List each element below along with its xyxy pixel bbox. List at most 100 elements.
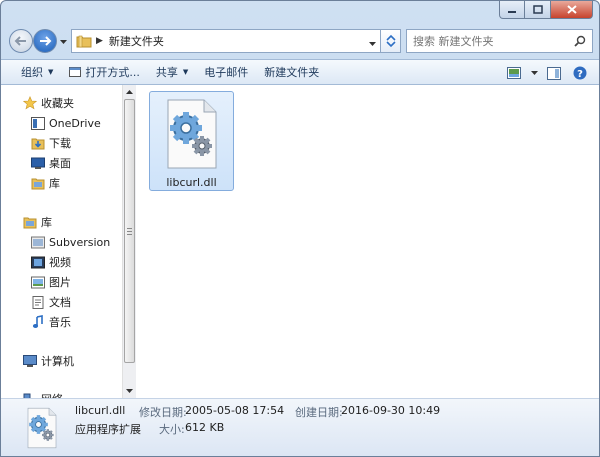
breadcrumb-separator[interactable]: ▶ — [96, 36, 103, 46]
email-button[interactable]: 电子邮件 — [196, 61, 256, 83]
nav-pane-scrollbar[interactable] — [122, 85, 136, 398]
organize-label: 组织 — [21, 66, 43, 79]
nav-item-desktop[interactable]: 桌面 — [31, 153, 71, 173]
forward-button[interactable] — [33, 29, 57, 53]
search-input[interactable] — [413, 34, 563, 48]
preview-pane-button[interactable] — [541, 62, 567, 84]
chevron-down-icon — [530, 70, 538, 75]
nav-label: 库 — [41, 216, 52, 229]
open-with-icon — [69, 66, 82, 77]
close-icon — [566, 5, 577, 14]
scroll-down-button[interactable] — [123, 384, 136, 398]
address-dropdown[interactable] — [369, 37, 376, 50]
nav-label: 视频 — [49, 256, 71, 269]
maximize-button[interactable] — [525, 1, 551, 19]
view-icon — [507, 67, 521, 79]
new-folder-label: 新建文件夹 — [264, 66, 320, 79]
documents-icon — [32, 295, 44, 309]
nav-label: 网络 — [41, 391, 63, 398]
nav-label: 音乐 — [49, 316, 71, 329]
detail-file-name: libcurl.dll — [75, 404, 126, 417]
nav-item-favorites[interactable]: 收藏夹 — [23, 93, 74, 113]
subversion-icon — [31, 236, 45, 248]
organize-button[interactable]: 组织 ▼ — [13, 61, 61, 83]
nav-label: 库 — [49, 177, 60, 190]
back-arrow-icon — [14, 36, 26, 46]
back-button[interactable] — [9, 29, 33, 53]
library-icon — [23, 217, 37, 228]
file-item[interactable]: libcurl.dll — [149, 91, 234, 191]
nav-item-videos[interactable]: 视频 — [31, 252, 71, 272]
nav-item-network[interactable]: 网络 — [23, 389, 63, 398]
command-bar: 组织 ▼ 打开方式... 共享 ▼ 电子邮件 新建文件夹 ? — [1, 59, 599, 85]
maximize-icon — [532, 5, 543, 14]
detail-created-label: 创建日期: — [295, 406, 343, 419]
nav-item-computer[interactable]: 计算机 — [23, 351, 74, 371]
breadcrumb-current[interactable]: 新建文件夹 — [109, 33, 164, 49]
new-folder-button[interactable]: 新建文件夹 — [256, 61, 327, 83]
minimize-icon — [508, 10, 516, 13]
chevron-up-icon — [126, 90, 133, 94]
search-icon[interactable] — [574, 35, 586, 47]
dll-file-icon — [27, 407, 57, 449]
detail-size-label: 大小: — [159, 423, 185, 436]
recent-pages-dropdown[interactable] — [58, 37, 68, 47]
scroll-thumb[interactable] — [124, 99, 135, 363]
chevron-down-icon: ▼ — [48, 68, 54, 76]
nav-item-pictures[interactable]: 图片 — [31, 272, 71, 292]
nav-label: Subversion — [49, 235, 111, 249]
email-label: 电子邮件 — [204, 66, 249, 79]
nav-label: 图片 — [49, 276, 71, 289]
nav-item-music[interactable]: 音乐 — [31, 312, 71, 332]
chevron-down-icon — [369, 42, 376, 46]
share-button[interactable]: 共享 ▼ — [148, 61, 196, 83]
file-name: libcurl.dll — [166, 176, 217, 189]
downloads-folder-icon — [31, 138, 45, 150]
nav-label: OneDrive — [49, 116, 101, 130]
search-box[interactable] — [406, 29, 593, 53]
onedrive-icon — [31, 116, 45, 130]
refresh-icon — [385, 34, 396, 48]
scroll-up-button[interactable] — [123, 85, 136, 99]
close-button[interactable] — [551, 1, 593, 19]
open-with-label: 打开方式... — [85, 66, 140, 79]
dll-file-icon — [167, 99, 217, 169]
music-icon — [32, 315, 43, 328]
toolbar-right: ? — [501, 62, 593, 84]
help-button[interactable]: ? — [567, 62, 593, 84]
library-icon — [31, 178, 45, 189]
svg-text:?: ? — [577, 69, 583, 80]
nav-item-libraries-fav[interactable]: 库 — [31, 173, 60, 193]
minimize-button[interactable] — [499, 1, 525, 19]
address-row: ▶ 新建文件夹 — [7, 27, 593, 55]
explorer-window: ▶ 新建文件夹 组织 ▼ — [0, 0, 600, 457]
nav-item-libraries[interactable]: 库 — [23, 212, 52, 232]
nav-item-subversion[interactable]: Subversion — [31, 232, 110, 252]
chevron-down-icon — [59, 39, 67, 44]
refresh-button[interactable] — [381, 29, 401, 53]
chevron-down-icon: ▼ — [182, 68, 189, 76]
open-with-button[interactable]: 打开方式... — [61, 61, 148, 83]
detail-file-type: 应用程序扩展 — [75, 423, 141, 436]
nav-item-onedrive[interactable]: OneDrive — [31, 113, 101, 133]
desktop-icon — [31, 157, 45, 169]
file-list: libcurl.dll — [137, 85, 599, 398]
folder-icon — [76, 35, 92, 48]
nav-label: 计算机 — [41, 355, 74, 368]
chevron-down-icon — [126, 389, 133, 393]
videos-icon — [31, 256, 45, 268]
caption-buttons — [499, 1, 593, 19]
pictures-icon — [31, 276, 45, 288]
address-bar[interactable]: ▶ 新建文件夹 — [71, 29, 381, 53]
detail-size-value: 612 KB — [185, 421, 225, 434]
nav-item-downloads[interactable]: 下载 — [31, 133, 71, 153]
view-options-dropdown[interactable] — [527, 62, 541, 84]
preview-pane-icon — [547, 66, 561, 80]
content-area: 收藏夹 OneDrive 下载 桌面 库 库 Subversion 视频 图片 … — [1, 85, 599, 398]
nav-label: 下载 — [49, 137, 71, 150]
navigation-pane: 收藏夹 OneDrive 下载 桌面 库 库 Subversion 视频 图片 … — [1, 85, 122, 398]
details-pane: libcurl.dll 应用程序扩展 修改日期: 2005-05-08 17:5… — [1, 398, 599, 456]
nav-item-documents[interactable]: 文档 — [31, 292, 71, 312]
change-view-button[interactable] — [501, 62, 527, 84]
detail-created-value: 2016-09-30 10:49 — [341, 404, 441, 417]
